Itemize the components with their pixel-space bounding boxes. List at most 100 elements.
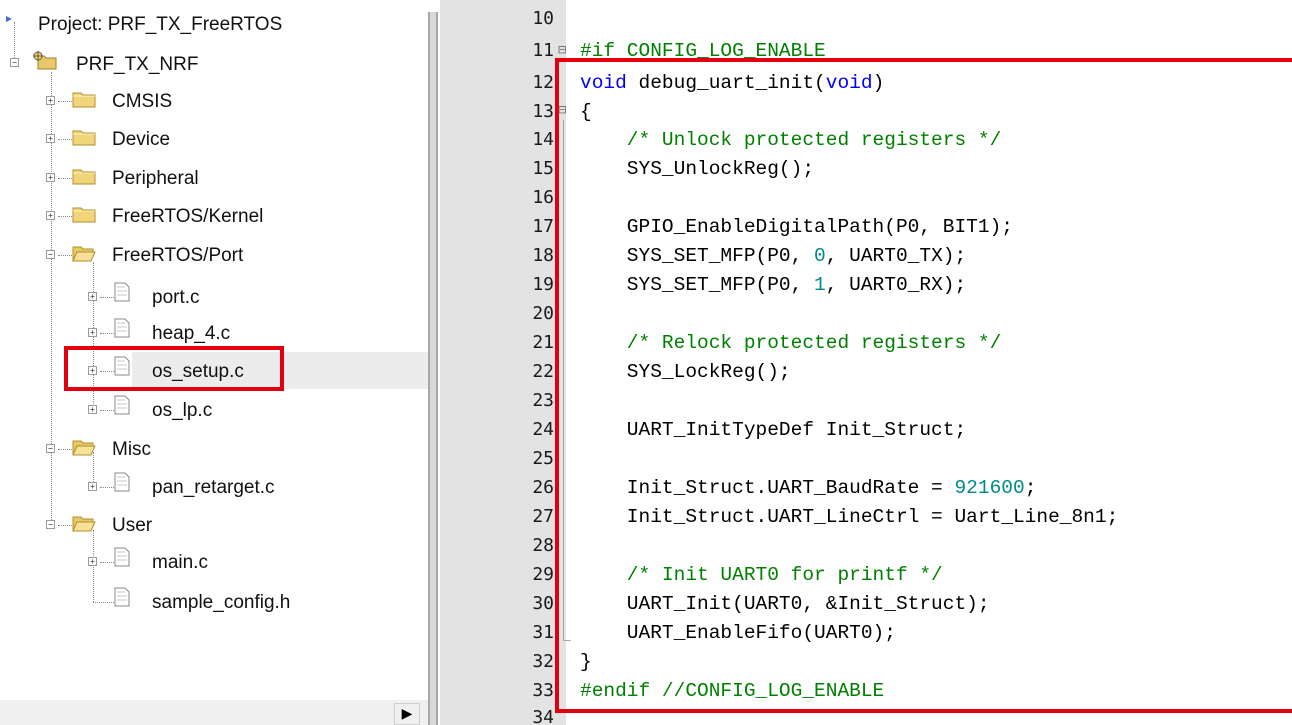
minus-expander-icon[interactable]: −	[46, 250, 55, 259]
code-line-15: SYS_UnlockReg();	[580, 158, 815, 180]
fold-guide-line	[563, 640, 571, 641]
line-number: 12	[532, 72, 554, 93]
plus-expander-icon[interactable]: +	[88, 366, 97, 375]
plus-expander-icon[interactable]: +	[88, 292, 97, 301]
line-number: 32	[532, 651, 554, 672]
minus-expander-icon[interactable]: −	[46, 520, 55, 529]
file-icon	[114, 356, 130, 380]
tree-file-port-c[interactable]: + port.c	[0, 282, 430, 312]
tree-item-label: PRF_TX_NRF	[76, 54, 199, 75]
tree-group-freertos-port[interactable]: − FreeRTOS/Port	[0, 240, 430, 270]
plus-expander-icon[interactable]: +	[88, 482, 97, 491]
tree-item-label: os_lp.c	[152, 400, 213, 421]
tree-horizontal-scrollbar[interactable]	[0, 700, 428, 725]
line-number: 25	[532, 448, 554, 469]
code-text: ;	[1024, 477, 1037, 499]
file-icon	[114, 472, 130, 496]
collapse-fold-icon[interactable]: ⊟	[558, 42, 566, 58]
code-text: Init_Struct.UART_BaudRate =	[580, 477, 955, 499]
tree-item-target[interactable]: − PRF_TX_NRF	[0, 48, 430, 78]
code-line-12: void debug_uart_init(void)	[580, 70, 884, 96]
line-number: 11	[532, 40, 554, 61]
code-text: )	[872, 72, 885, 94]
plus-expander-icon[interactable]: +	[46, 211, 55, 220]
code-text: , UART0_TX);	[825, 245, 967, 267]
tree-group-device[interactable]: + Device	[0, 124, 430, 154]
tree-item-label: FreeRTOS/Port	[112, 245, 244, 266]
tree-file-sample-config-h[interactable]: sample_config.h	[0, 587, 430, 617]
tree-item-label: CMSIS	[112, 91, 173, 112]
tree-item-label: port.c	[152, 287, 200, 308]
open-folder-icon	[72, 514, 96, 536]
line-number: 29	[532, 564, 554, 585]
folder-icon	[72, 128, 96, 150]
minus-expander-icon[interactable]: −	[10, 58, 19, 67]
tree-guide-line	[93, 602, 114, 603]
tree-guide-line	[58, 449, 72, 450]
plus-expander-icon[interactable]: +	[88, 328, 97, 337]
code-line-29: /* Init UART0 for printf */	[580, 564, 943, 586]
plus-expander-icon[interactable]: +	[88, 405, 97, 414]
code-line-32: }	[580, 651, 592, 673]
tree-file-os-lp-c[interactable]: + os_lp.c	[0, 395, 430, 425]
line-number: 24	[532, 419, 554, 440]
code-line-24: UART_InitTypeDef Init_Struct;	[580, 419, 967, 441]
collapse-fold-icon[interactable]: ⊟	[558, 102, 566, 118]
minus-expander-icon[interactable]: −	[46, 444, 55, 453]
tree-group-user[interactable]: − User	[0, 510, 430, 540]
code-line-17: GPIO_EnableDigitalPath(P0, BIT1);	[580, 216, 1013, 238]
line-number: 30	[532, 593, 554, 614]
project-tree-panel: Project: PRF_TX_FreeRTOS − PRF_TX_NRF + …	[0, 0, 432, 725]
code-line-18: SYS_SET_MFP(P0, 0, UART0_TX);	[580, 243, 966, 269]
tree-item-label: Device	[112, 129, 171, 150]
line-number: 18	[532, 245, 554, 266]
tree-guide-line	[100, 562, 114, 563]
code-text: SYS_SET_MFP(P0,	[580, 245, 815, 267]
line-number: 27	[532, 506, 554, 527]
tree-group-freertos-kernel[interactable]: + FreeRTOS/Kernel	[0, 201, 430, 231]
plus-expander-icon[interactable]: +	[46, 96, 55, 105]
tree-item-label: User	[112, 515, 153, 536]
line-number: 20	[532, 303, 554, 324]
keyword-text: void	[580, 72, 627, 94]
line-number: 23	[532, 390, 554, 411]
panel-splitter[interactable]	[428, 12, 438, 725]
line-number: 19	[532, 274, 554, 295]
scroll-right-arrow-icon[interactable]: ▶	[394, 703, 420, 725]
tree-group-misc[interactable]: − Misc	[0, 434, 430, 464]
keyword-text: void	[825, 72, 873, 94]
code-line-26: Init_Struct.UART_BaudRate = 921600;	[580, 475, 1037, 501]
file-icon	[114, 318, 130, 342]
tree-guide-line	[100, 333, 114, 334]
line-number: 33	[532, 680, 554, 701]
code-text: SYS_SET_MFP(P0,	[580, 274, 815, 296]
tree-guide-line	[100, 410, 114, 411]
code-line-21: /* Relock protected registers */	[580, 332, 1002, 354]
tree-item-project[interactable]: Project: PRF_TX_FreeRTOS	[0, 14, 430, 44]
tree-file-pan-retarget-c[interactable]: + pan_retarget.c	[0, 472, 430, 502]
code-line-19: SYS_SET_MFP(P0, 1, UART0_RX);	[580, 272, 966, 298]
code-text: debug_uart_init(	[626, 72, 826, 94]
plus-expander-icon[interactable]: +	[46, 134, 55, 143]
code-line-27: Init_Struct.UART_LineCtrl = Uart_Line_8n…	[580, 506, 1119, 528]
line-number: 16	[532, 187, 554, 208]
tree-file-heap-4-c[interactable]: + heap_4.c	[0, 318, 430, 348]
code-line-22: SYS_LockReg();	[580, 361, 791, 383]
tree-group-peripheral[interactable]: + Peripheral	[0, 163, 430, 193]
tree-guide-line	[100, 487, 114, 488]
folder-icon	[72, 90, 96, 112]
line-number: 28	[532, 535, 554, 556]
code-editor[interactable]: #if CONFIG_LOG_ENABLE void debug_uart_in…	[580, 0, 1292, 725]
tree-guide-line	[58, 255, 72, 256]
tree-file-os-setup-c[interactable]: + os_setup.c	[0, 356, 430, 386]
tree-file-main-c[interactable]: + main.c	[0, 547, 430, 577]
file-icon	[114, 547, 130, 571]
fold-guide-line	[563, 120, 564, 640]
folder-icon	[72, 167, 96, 189]
plus-expander-icon[interactable]: +	[88, 557, 97, 566]
line-number: 17	[532, 216, 554, 237]
line-number: 22	[532, 361, 554, 382]
tree-guide-line	[58, 525, 72, 526]
tree-group-cmsis[interactable]: + CMSIS	[0, 86, 430, 116]
plus-expander-icon[interactable]: +	[46, 173, 55, 182]
